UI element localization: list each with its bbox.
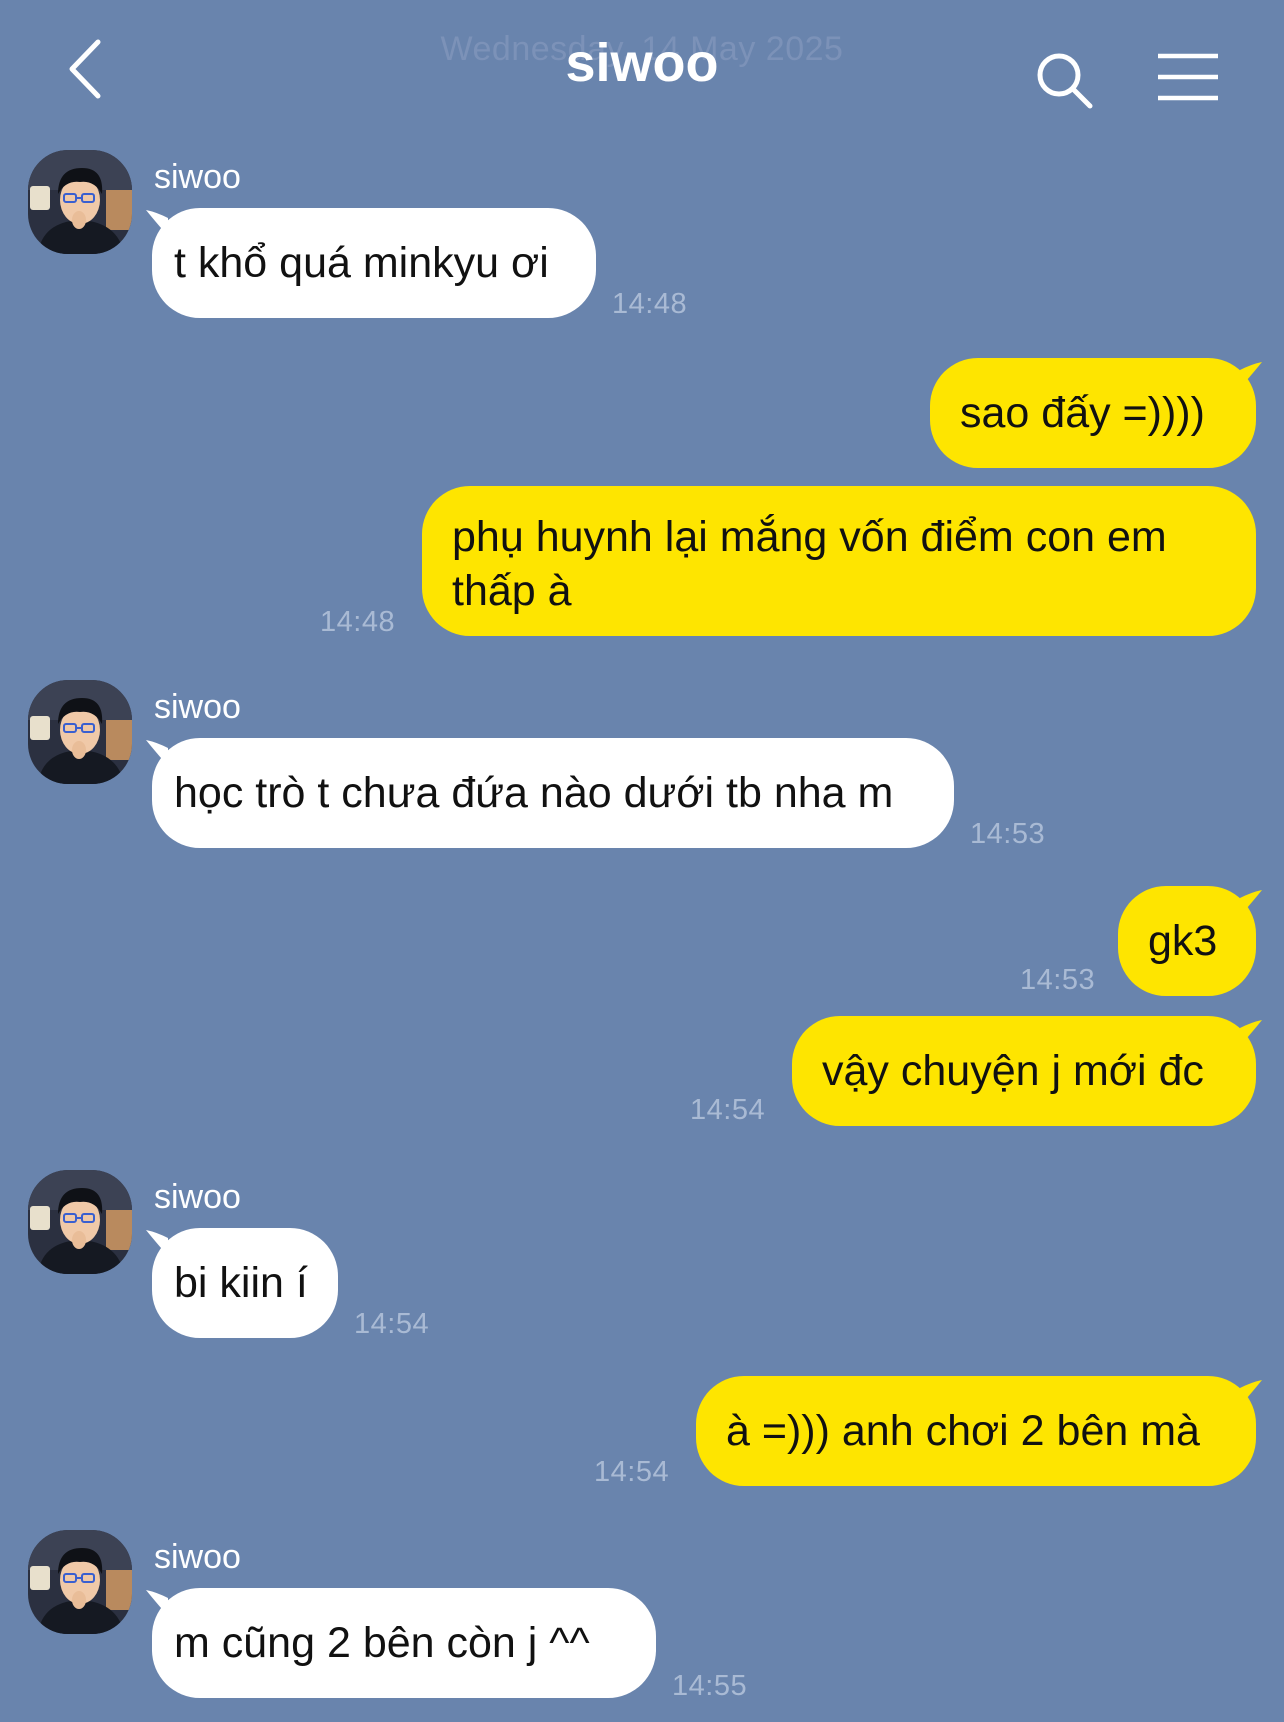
sender-name: siwoo — [154, 1538, 241, 1576]
message-time: 14:54 — [594, 1456, 670, 1488]
message-time: 14:53 — [1020, 964, 1096, 996]
message-time: 14:54 — [690, 1094, 766, 1126]
avatar[interactable] — [28, 150, 132, 254]
message-bubble[interactable]: gk3 — [1118, 886, 1256, 996]
message-time: 14:53 — [970, 818, 1046, 850]
message-bubble[interactable]: phụ huynh lại mắng vốn điểm con em thấp … — [422, 486, 1256, 636]
message-bubble[interactable]: m cũng 2 bên còn j ^^ — [152, 1588, 656, 1698]
message-bubble[interactable]: à =))) anh chơi 2 bên mà — [696, 1376, 1256, 1486]
avatar[interactable] — [28, 1530, 132, 1634]
chevron-left-icon[interactable] — [62, 36, 112, 102]
search-icon[interactable] — [1034, 50, 1094, 110]
message-bubble[interactable]: sao đấy =)))) — [930, 358, 1256, 468]
message-time: 14:48 — [612, 288, 688, 320]
message-bubble[interactable]: học trò t chưa đứa nào dưới tb nha m — [152, 738, 954, 848]
message-time: 14:54 — [354, 1308, 430, 1340]
top-bar: Wednesday, 14 May 2025 siwoo — [0, 0, 1284, 140]
message-bubble[interactable]: bi kiin í — [152, 1228, 338, 1338]
message-bubble[interactable]: vậy chuyện j mới đc — [792, 1016, 1256, 1126]
hamburger-menu-icon[interactable] — [1156, 52, 1220, 102]
sender-name: siwoo — [154, 688, 241, 726]
message-time: 14:48 — [320, 606, 396, 638]
message-bubble[interactable]: t khổ quá minkyu ơi — [152, 208, 596, 318]
sender-name: siwoo — [154, 1178, 241, 1216]
sender-name: siwoo — [154, 158, 241, 196]
avatar[interactable] — [28, 1170, 132, 1274]
avatar[interactable] — [28, 680, 132, 784]
message-time: 14:55 — [672, 1670, 748, 1702]
